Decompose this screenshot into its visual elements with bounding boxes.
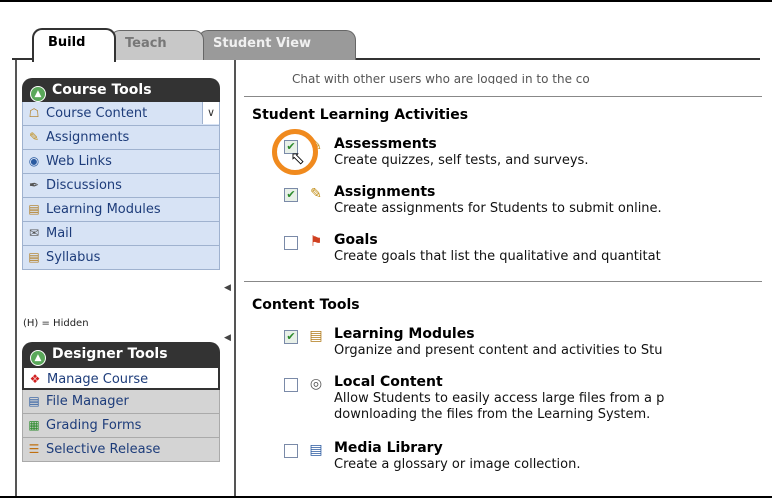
tool-title: Assessments [334,136,437,152]
tool-description: Allow Students to easily access large fi… [334,391,665,406]
assignments-icon: ✎ [28,130,40,144]
section-title-student-learning: Student Learning Activities [252,107,469,123]
sidebar-item-assignments[interactable]: ✎ Assignments [22,126,220,150]
sidebar-item-label: Mail [46,226,73,241]
pane-splitter[interactable]: ◀ ◀ [224,225,231,345]
tool-description: Create a glossary or image collection. [334,457,581,472]
course-content-icon: ☖ [28,106,40,120]
sidebar-item-syllabus[interactable]: ▤ Syllabus [22,246,220,270]
tool-title: Goals [334,232,378,248]
sidebar-item-discussions[interactable]: ✒ Discussions [22,174,220,198]
sidebar-item-manage-course[interactable]: ❖ Manage Course [22,366,220,390]
tab-teach[interactable]: Teach [110,30,204,60]
course-tools-list: ☖ Course Content ∨ ✎ Assignments ◉ Web Link… [22,102,220,270]
divider [244,96,762,97]
sidebar-item-course-content[interactable]: ☖ Course Content ∨ [22,102,220,126]
syllabus-icon: ▤ [28,250,40,264]
designer-tools-header[interactable]: ▲ Designer Tools [22,342,220,366]
course-tools-header[interactable]: ▲ Course Tools [22,78,220,102]
tool-description: Create goals that list the qualitative a… [334,249,661,264]
left-navigation-pane: ▲ Course Tools ☖ Course Content ∨ ✎ Assignm… [15,60,235,496]
mail-icon: ✉ [28,226,40,240]
grading-forms-icon: ▦ [28,418,40,432]
course-tools-title: Course Tools [52,82,152,98]
sidebar-item-label: Manage Course [47,372,149,387]
tab-build[interactable]: Build [32,28,116,62]
designer-tools-title: Designer Tools [52,346,168,362]
sidebar-item-label: Web Links [46,154,112,169]
collapse-left-icon[interactable]: ◀ [224,333,231,343]
tab-student-view[interactable]: Student View [198,30,356,60]
chevron-down-icon[interactable]: ∨ [202,102,219,124]
sidebar-item-label: Course Content [46,106,148,121]
main-content: Chat with other users who are logged in … [234,60,762,496]
sidebar-item-label: File Manager [46,394,129,409]
tool-title: Local Content [334,374,443,390]
section-title-content-tools: Content Tools [252,297,360,313]
selective-release-icon: ☰ [28,442,40,456]
mouse-pointer-icon: ⬁ [290,148,306,169]
local-content-icon: ◎ [309,376,323,392]
sidebar-item-label: Selective Release [46,442,161,457]
media-library-icon: ▤ [309,442,323,458]
tool-description: Organize and present content and activit… [334,343,663,358]
collapse-icon[interactable]: ▲ [30,86,46,102]
sidebar-item-mail[interactable]: ✉ Mail [22,222,220,246]
tool-title: Assignments [334,184,436,200]
sidebar-item-web-links[interactable]: ◉ Web Links [22,150,220,174]
goals-checkbox[interactable] [284,236,298,250]
learning-modules-icon: ▤ [309,328,323,344]
tool-title: Media Library [334,440,443,456]
tab-strip: Student View Teach Build [12,22,752,62]
collapse-left-icon[interactable]: ◀ [224,283,231,293]
sidebar-item-label: Syllabus [46,250,101,265]
divider [244,281,762,282]
top-border [0,0,772,2]
tool-description-line2: downloading the files from the Learning … [334,407,651,422]
sidebar-item-label: Discussions [46,178,122,193]
sidebar-item-label: Grading Forms [46,418,142,433]
sidebar-item-selective-release[interactable]: ☰ Selective Release [22,438,220,462]
cutoff-description: Chat with other users who are logged in … [292,74,590,84]
learning-modules-icon: ▤ [28,202,40,216]
manage-course-icon: ❖ [29,372,41,386]
sidebar-item-label: Learning Modules [46,202,161,217]
media-library-checkbox[interactable] [284,444,298,458]
assignments-icon: ✎ [310,186,322,202]
goals-icon: ⚑ [309,234,323,250]
file-manager-icon: ▤ [28,394,40,408]
designer-tools-list: ❖ Manage Course ▤ File Manager ▦ Grading Fo… [22,366,220,462]
sidebar-item-learning-modules[interactable]: ▤ Learning Modules [22,198,220,222]
tool-title: Learning Modules [334,326,475,342]
sidebar-item-file-manager[interactable]: ▤ File Manager [22,390,220,414]
web-links-icon: ◉ [28,154,40,168]
assignments-checkbox[interactable]: ✔ [284,188,298,202]
discussions-icon: ✒ [28,178,40,192]
collapse-icon[interactable]: ▲ [30,350,46,366]
learning-modules-checkbox[interactable]: ✔ [284,330,298,344]
sidebar-item-label: Assignments [46,130,130,145]
local-content-checkbox[interactable] [284,378,298,392]
sidebar-item-grading-forms[interactable]: ▦ Grading Forms [22,414,220,438]
hidden-legend: (H) = Hidden [23,318,89,329]
tool-description: Create quizzes, self tests, and surveys. [334,153,589,168]
tool-description: Create assignments for Students to submi… [334,201,662,216]
